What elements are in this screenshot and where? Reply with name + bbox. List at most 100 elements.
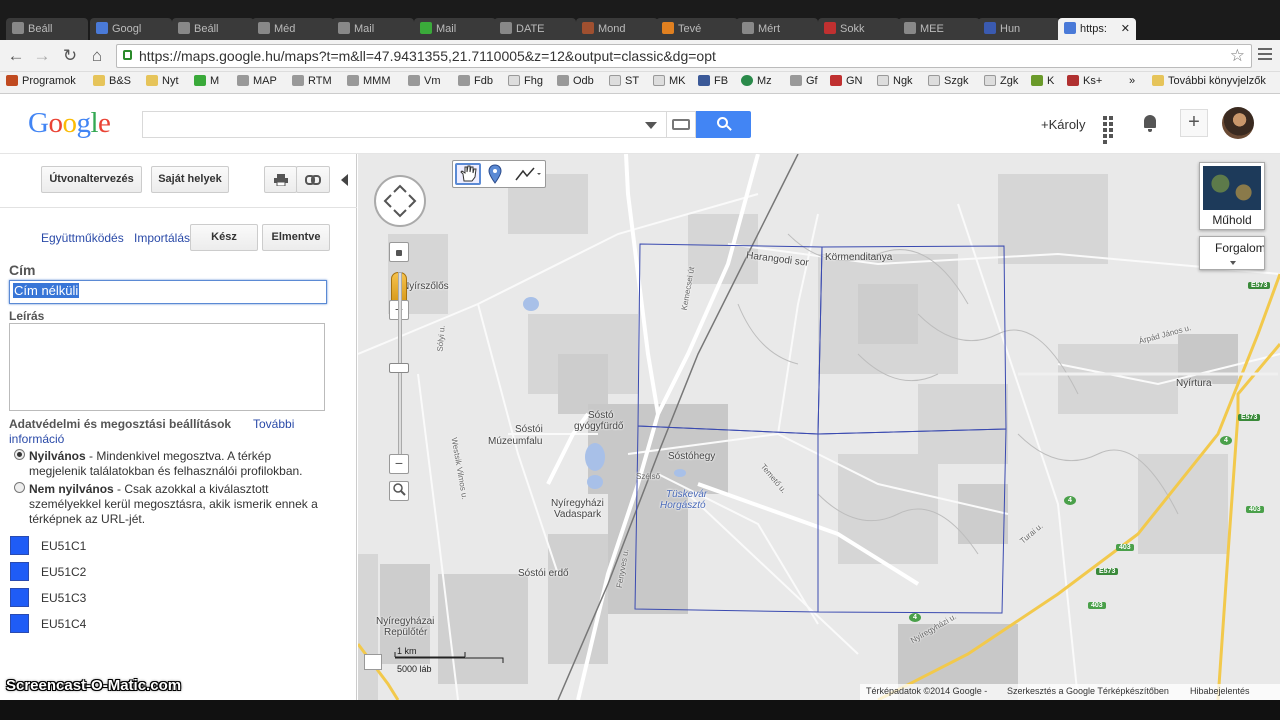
bookmark-item[interactable]: Mz [741, 75, 772, 87]
browser-tab[interactable]: Beáll [6, 18, 88, 40]
bookmark-favicon-icon [237, 75, 249, 86]
traffic-layer-button[interactable]: Forgalom [1199, 236, 1265, 270]
notifications-bell-icon[interactable] [1142, 115, 1158, 133]
user-profile-link[interactable]: +Károly [1041, 117, 1085, 132]
browser-tab[interactable]: Googl [90, 18, 172, 40]
more-info-link[interactable]: információ [9, 432, 64, 446]
bookmark-favicon-icon [741, 75, 753, 86]
browser-tab[interactable]: Sokk [818, 18, 900, 40]
public-option-desc: megjelenik találatokban és felhasználói … [29, 464, 303, 478]
save-button[interactable]: Elmentve [262, 224, 330, 251]
placemark-icon[interactable] [484, 163, 510, 185]
reload-icon[interactable]: ↻ [60, 46, 80, 66]
other-bookmarks-folder[interactable]: További könyvjelzők [1152, 75, 1266, 87]
public-radio[interactable] [14, 449, 25, 460]
browser-tab[interactable]: Hun [978, 18, 1060, 40]
reset-view-button[interactable] [389, 242, 409, 262]
collapse-panel-icon[interactable] [341, 174, 348, 186]
bookmark-item[interactable]: Fhg [508, 75, 543, 87]
page-icon [508, 75, 520, 86]
address-bar[interactable]: https://maps.google.hu/maps?t=m&ll=47.94… [116, 44, 1252, 68]
edit-in-map-maker-link[interactable]: Szerkesztés a Google Térképkészítőben [1007, 686, 1169, 696]
bookmark-star-icon[interactable]: ☆ [1230, 46, 1245, 66]
report-error-link[interactable]: Hibabejelentés [1190, 686, 1250, 696]
layer-color-swatch[interactable] [10, 536, 29, 555]
bookmark-item[interactable]: MMM [347, 75, 391, 87]
more-info-link[interactable]: További [253, 417, 294, 431]
url-text: https://maps.google.hu/maps?t=m&ll=47.94… [139, 48, 716, 64]
google-logo[interactable]: Google [28, 107, 111, 140]
browser-tab[interactable]: Mért [736, 18, 818, 40]
browser-tab[interactable]: DATE [494, 18, 576, 40]
dropdown-caret-icon[interactable] [645, 122, 657, 129]
home-icon[interactable]: ⌂ [87, 46, 107, 66]
layer-color-swatch[interactable] [10, 614, 29, 633]
bookmark-item[interactable]: FB [698, 75, 728, 87]
zoom-out-button[interactable]: − [389, 454, 409, 474]
bookmark-item[interactable]: GN [830, 75, 863, 87]
bookmark-item[interactable]: Fdb [458, 75, 493, 87]
map-data-attribution: Térképadatok ©2014 Google - [866, 686, 988, 696]
bookmark-item[interactable]: Ks+ [1067, 75, 1102, 87]
satellite-toggle-button[interactable]: Műhold [1199, 162, 1265, 230]
map-title-input[interactable]: Cím nélküli [9, 280, 327, 304]
close-tab-icon[interactable]: ✕ [1121, 18, 1130, 40]
bookmark-item[interactable]: Szgk [928, 75, 968, 87]
bookmark-item[interactable]: Programok [6, 75, 76, 87]
unlisted-option-desc: - Csak azokkal a kiválasztott [113, 482, 269, 496]
browser-tab[interactable]: Mail [332, 18, 414, 40]
browser-tab-active[interactable]: https: ✕ [1058, 18, 1136, 40]
pan-control[interactable] [374, 175, 426, 227]
layer-color-swatch[interactable] [10, 588, 29, 607]
back-icon[interactable]: ← [6, 46, 26, 66]
bookmark-item[interactable]: K [1031, 75, 1054, 87]
bookmark-item[interactable]: ST [609, 75, 639, 87]
bookmark-item[interactable]: B&S [93, 75, 131, 87]
print-icon[interactable] [264, 166, 297, 193]
browser-tab[interactable]: Tevé [656, 18, 738, 40]
directions-button[interactable]: Útvonaltervezés [41, 166, 142, 193]
print-map-icon[interactable] [364, 654, 382, 670]
bookmark-item[interactable]: RTM [292, 75, 332, 87]
link-icon[interactable] [296, 166, 330, 193]
avatar[interactable] [1222, 107, 1254, 139]
keyboard-icon[interactable] [666, 111, 696, 138]
folder-icon [93, 75, 105, 86]
browser-tab[interactable]: Mail [414, 18, 496, 40]
unlisted-radio[interactable] [14, 482, 25, 493]
share-button[interactable]: + [1180, 109, 1208, 137]
bookmark-item[interactable]: MAP [237, 75, 277, 87]
browser-tab[interactable]: Beáll [172, 18, 254, 40]
road-shield: E573 [1096, 568, 1119, 575]
forward-icon[interactable]: → [32, 46, 52, 66]
browser-tab[interactable]: Mond [576, 18, 658, 40]
apps-grid-icon[interactable] [1103, 116, 1119, 144]
layer-color-swatch[interactable] [10, 562, 29, 581]
collaborate-link[interactable]: Együttműködés [41, 231, 124, 245]
bookmark-item[interactable]: Gf [790, 75, 818, 87]
zoom-area-icon[interactable] [389, 481, 409, 501]
my-places-button[interactable]: Saját helyek [151, 166, 229, 193]
bookmark-item[interactable]: Vm [408, 75, 441, 87]
done-button[interactable]: Kész [190, 224, 258, 251]
bookmark-item[interactable]: MK [653, 75, 686, 87]
map-canvas[interactable]: Harangodi sor Körmenditanya Nyírszőlős S… [358, 154, 1280, 700]
bookmark-item[interactable]: Odb [557, 75, 594, 87]
browser-menu-icon[interactable] [1258, 48, 1272, 64]
map-description-textarea[interactable] [9, 323, 325, 411]
import-link[interactable]: Importálás [134, 231, 190, 245]
hand-pan-icon[interactable] [455, 163, 481, 185]
browser-tab[interactable]: Méd [252, 18, 334, 40]
bookmarks-overflow-button[interactable]: » [1129, 75, 1135, 87]
browser-tab[interactable]: MEE [898, 18, 980, 40]
maps-search-input[interactable] [142, 111, 668, 138]
bookmark-favicon-icon [1067, 75, 1079, 86]
zoom-slider-handle[interactable] [389, 363, 409, 373]
bookmark-item[interactable]: Ngk [877, 75, 913, 87]
search-button[interactable] [696, 111, 751, 138]
draw-line-icon[interactable] [513, 163, 541, 185]
bookmark-item[interactable]: M [194, 75, 219, 87]
bookmark-item[interactable]: Nyt [146, 75, 179, 87]
browser-toolbar: ← → ↻ ⌂ https://maps.google.hu/maps?t=m&… [0, 40, 1280, 72]
bookmark-item[interactable]: Zgk [984, 75, 1018, 87]
